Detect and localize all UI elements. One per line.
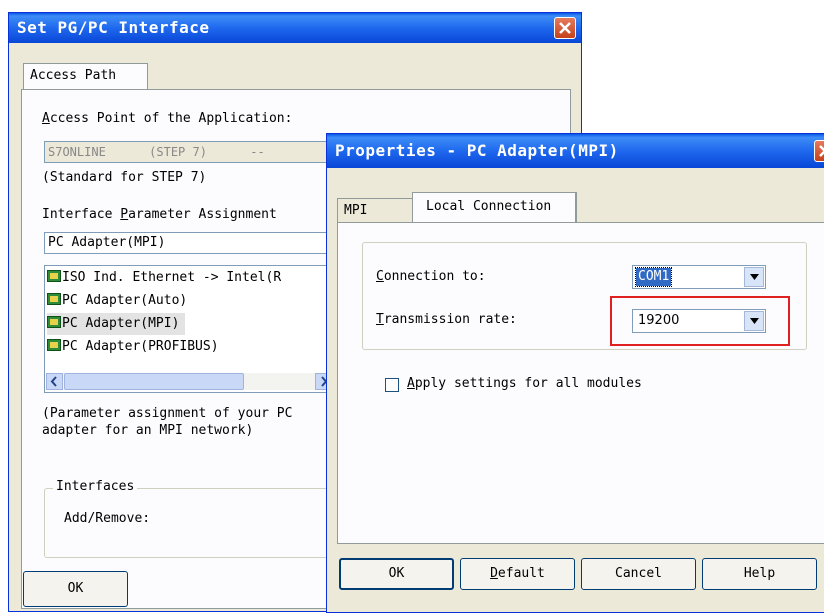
rate-highlight-box bbox=[610, 296, 790, 346]
tab-access-path-label: Access Path bbox=[30, 68, 117, 83]
default-button[interactable]: Default bbox=[460, 558, 575, 590]
adapter-icon bbox=[47, 339, 61, 351]
connection-select[interactable]: COM1 bbox=[632, 265, 766, 289]
list-item[interactable]: PC Adapter(PROFIBUS) bbox=[47, 336, 219, 358]
close-icon[interactable] bbox=[554, 17, 576, 39]
front-window-title: Properties - PC Adapter(MPI) bbox=[327, 134, 824, 168]
apply-checkbox[interactable] bbox=[385, 378, 399, 392]
cancel-button[interactable]: Cancel bbox=[581, 558, 696, 590]
back-window-title: Set PG/PC Interface bbox=[9, 13, 581, 43]
access-point-note: (Standard for STEP 7) bbox=[42, 170, 207, 185]
list-item[interactable]: ISO Ind. Ethernet -> Intel(R bbox=[47, 267, 281, 289]
apply-label: Apply settings for all modules bbox=[407, 376, 642, 391]
rate-label: Transmission rate: bbox=[376, 312, 517, 327]
help-button[interactable]: Help bbox=[702, 558, 817, 590]
adapter-icon bbox=[47, 293, 61, 305]
list-item-selected[interactable]: PC Adapter(MPI) bbox=[47, 313, 186, 335]
param-field[interactable]: PC Adapter(MPI) bbox=[44, 232, 334, 254]
add-remove-label: Add/Remove: bbox=[64, 511, 151, 526]
scroll-thumb[interactable] bbox=[64, 373, 244, 390]
access-point-field: S7ONLINE (STEP 7) -- bbox=[44, 141, 334, 163]
interface-listbox[interactable]: ISO Ind. Ethernet -> Intel(R PC Adapter(… bbox=[44, 265, 334, 393]
chevron-down-icon[interactable] bbox=[744, 267, 764, 287]
tab-mpi[interactable]: MPI bbox=[337, 198, 413, 222]
param-label: Interface Parameter Assignment bbox=[42, 207, 277, 222]
scroll-left-icon[interactable] bbox=[46, 373, 63, 390]
ok-button[interactable]: OK bbox=[339, 558, 454, 590]
adapter-icon bbox=[47, 316, 61, 328]
ok-button-back[interactable]: OK bbox=[23, 571, 128, 607]
horizontal-scrollbar[interactable] bbox=[46, 373, 332, 390]
tab-access-path[interactable]: Access Path bbox=[23, 63, 148, 90]
tab-local-connection[interactable]: Local Connection bbox=[412, 192, 577, 223]
connection-value: COM1 bbox=[634, 267, 673, 287]
connection-label: Connection to: bbox=[376, 269, 486, 284]
interfaces-group-label: Interfaces bbox=[53, 479, 138, 494]
adapter-icon bbox=[47, 270, 61, 282]
close-icon[interactable] bbox=[814, 140, 824, 162]
properties-window: Properties - PC Adapter(MPI) MPI Local C… bbox=[326, 133, 824, 613]
adapter-description: (Parameter assignment of your PC adapter… bbox=[42, 406, 293, 438]
list-item[interactable]: PC Adapter(Auto) bbox=[47, 290, 187, 312]
access-point-label: Access Point of the Application: bbox=[42, 111, 293, 126]
